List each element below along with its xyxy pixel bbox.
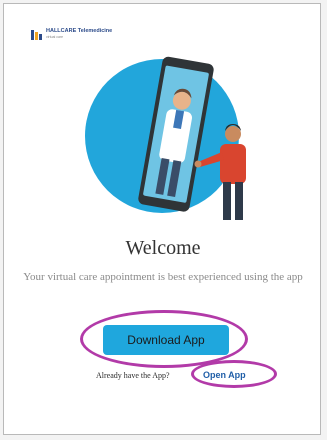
logo-icon xyxy=(31,30,42,40)
logo-subtext: virtual care xyxy=(46,35,64,39)
open-app-link[interactable]: Open App xyxy=(203,370,246,380)
telehealth-illustration xyxy=(85,56,246,220)
download-app-button[interactable]: Download App xyxy=(103,325,229,355)
page-frame: HALLCARE Telemedicine virtual care Welco… xyxy=(3,3,321,435)
welcome-subtitle: Your virtual care appointment is best ex… xyxy=(23,271,303,283)
already-have-app-text: Already have the App? xyxy=(96,371,170,380)
welcome-title: Welcome xyxy=(125,237,201,259)
logo-text: HALLCARE Telemedicine xyxy=(46,28,113,34)
brand-logo: HALLCARE Telemedicine virtual care xyxy=(30,28,112,42)
